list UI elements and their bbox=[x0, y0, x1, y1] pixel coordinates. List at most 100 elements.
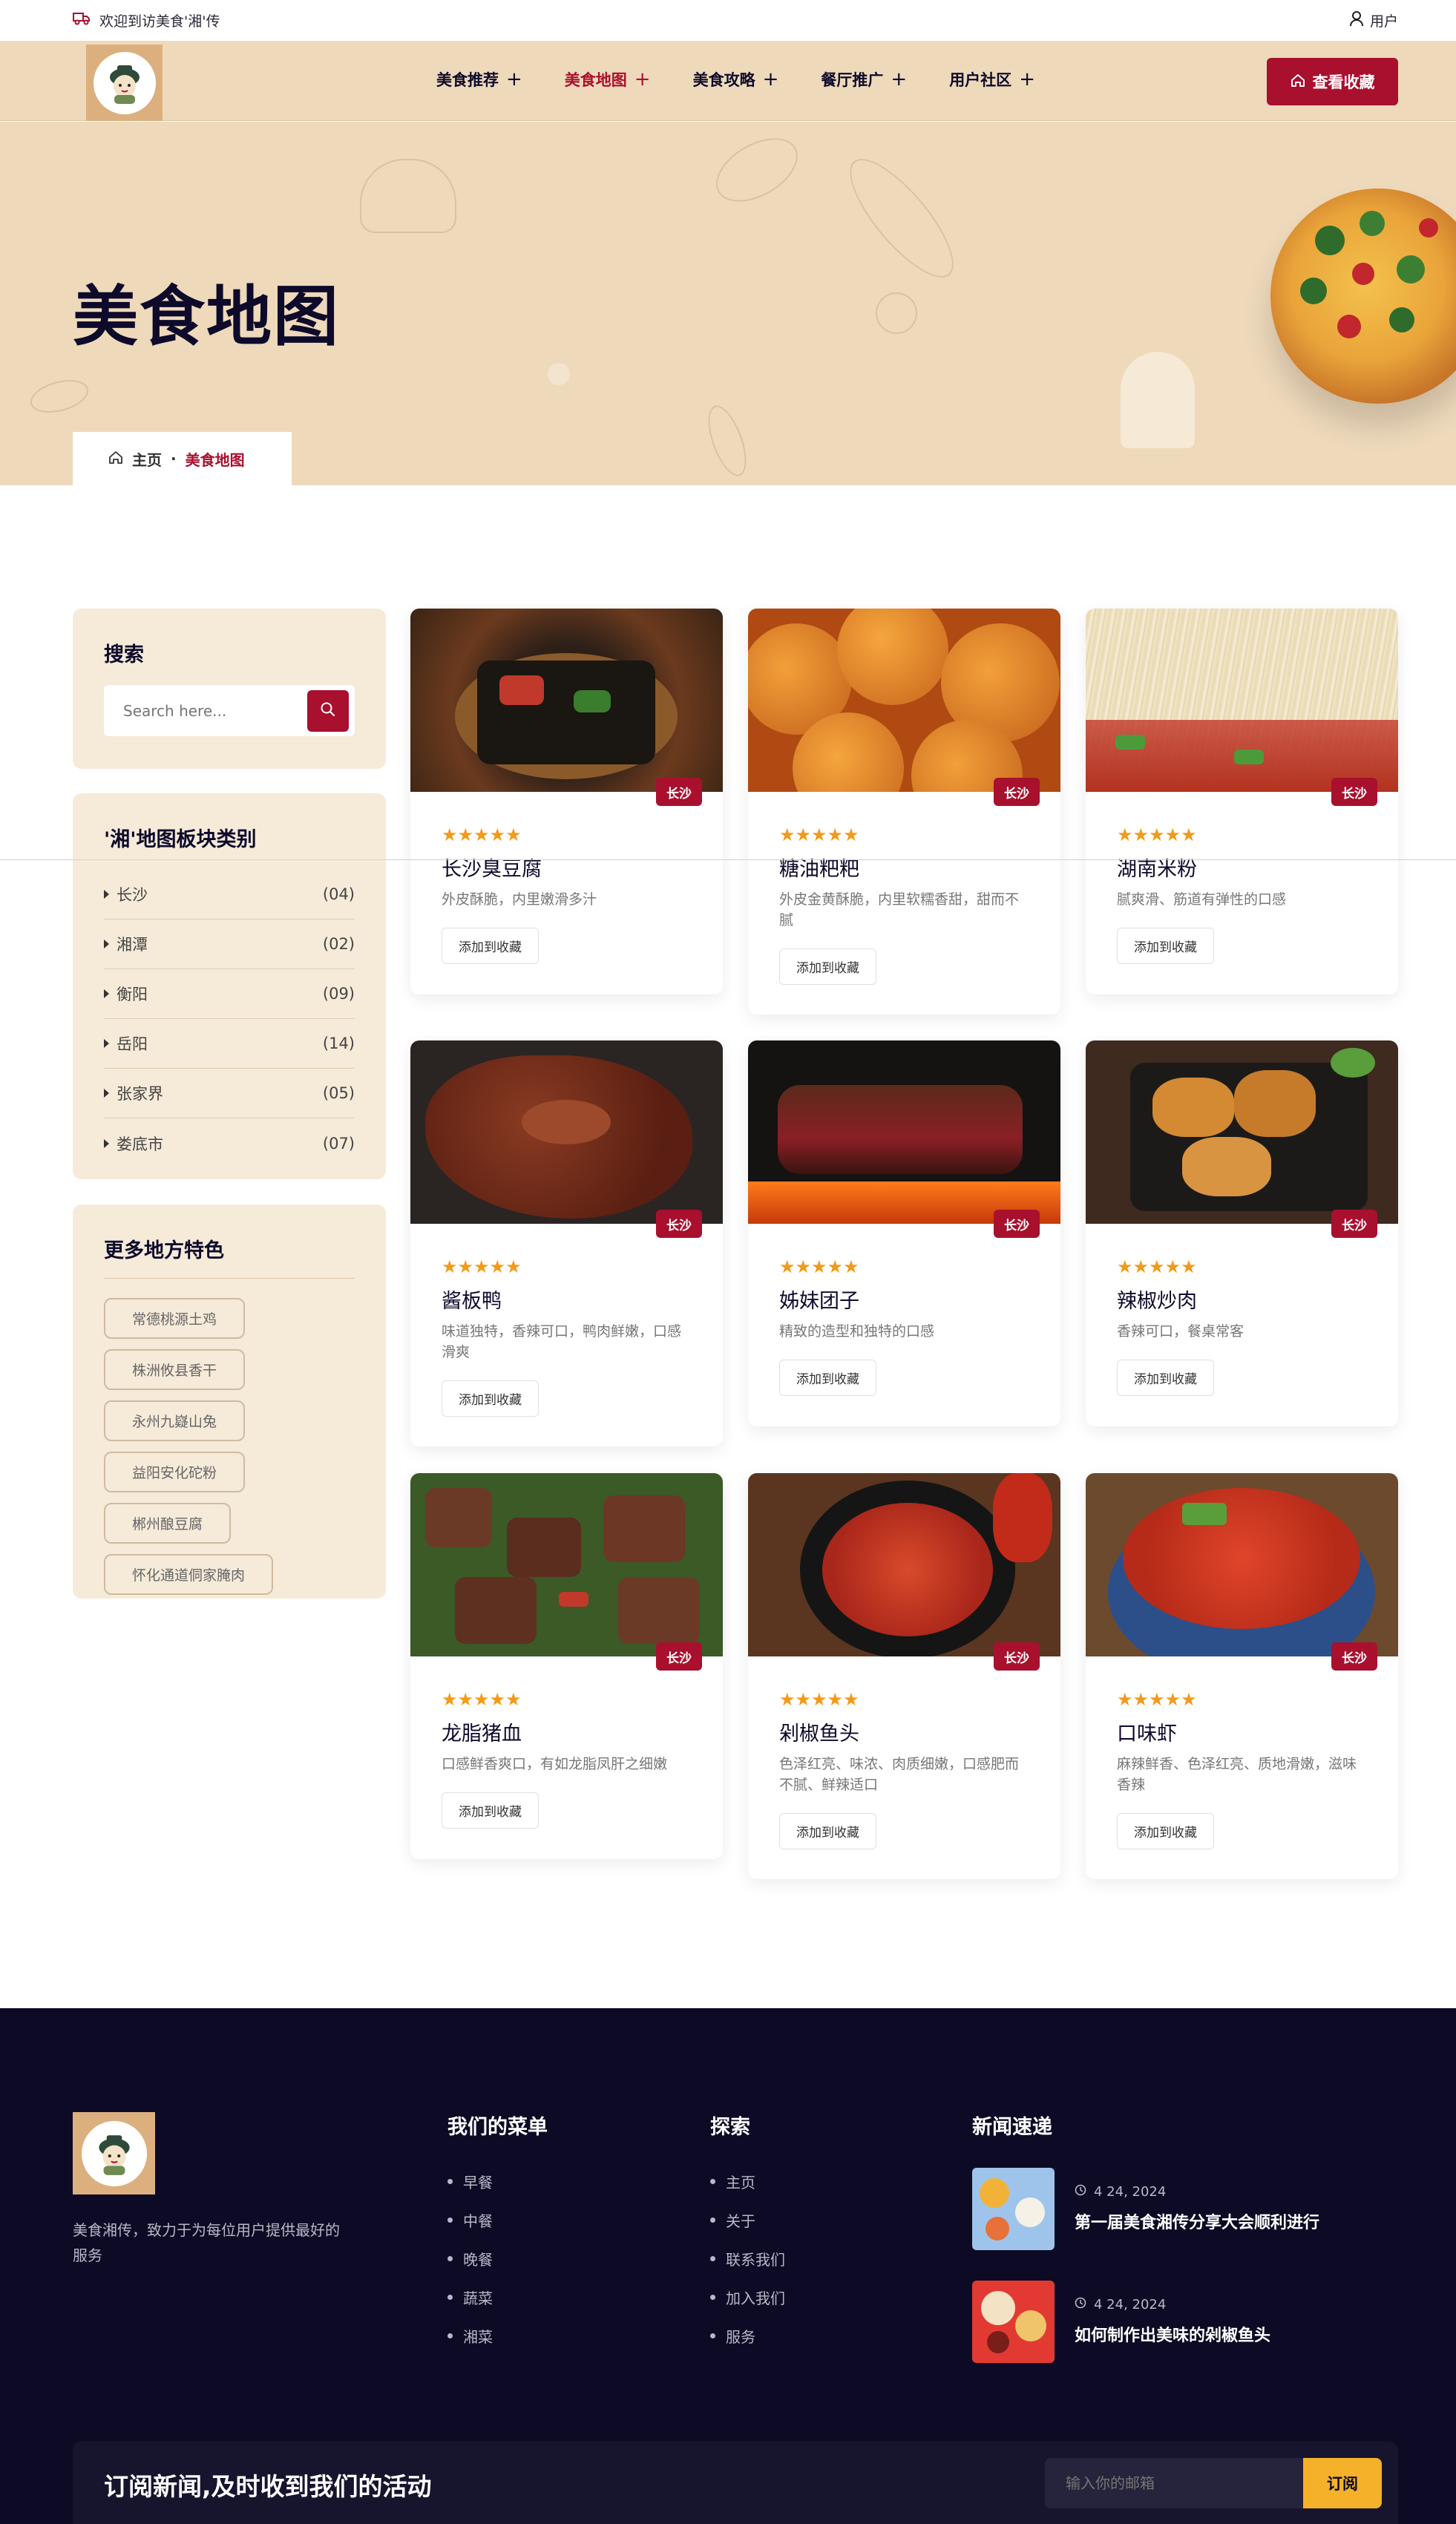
food-image[interactable] bbox=[410, 1040, 723, 1224]
footer-logo[interactable] bbox=[73, 2112, 155, 2194]
food-image[interactable] bbox=[1086, 1473, 1398, 1656]
rating-stars: ★★★★★ bbox=[1117, 1689, 1197, 1710]
category-item[interactable]: 娄底市 (07) bbox=[104, 1118, 355, 1168]
news-date-text: 4 24, 2024 bbox=[1094, 2297, 1167, 2312]
tag[interactable]: 株洲攸县香干 bbox=[104, 1349, 246, 1390]
footer-link[interactable]: 主页 bbox=[710, 2162, 785, 2200]
food-card: 长沙 ★★★★★ 龙脂猪血 口感鲜香爽口，有如龙脂凤肝之细嫩 添加到收藏 bbox=[410, 1473, 723, 1859]
caret-right-icon bbox=[104, 989, 109, 998]
food-image[interactable] bbox=[748, 609, 1060, 792]
category-item[interactable]: 长沙 (04) bbox=[104, 870, 355, 920]
rating-stars: ★★★★★ bbox=[779, 825, 859, 845]
category-name: 岳阳 bbox=[117, 1035, 148, 1053]
food-image[interactable] bbox=[1086, 1040, 1398, 1224]
email-field[interactable] bbox=[1045, 2458, 1303, 2508]
tag[interactable]: 郴州酿豆腐 bbox=[104, 1503, 232, 1544]
tag[interactable]: 怀化通道侗家腌肉 bbox=[104, 1554, 274, 1595]
category-count: (07) bbox=[322, 1134, 355, 1153]
footer-news-title: 新闻速递 bbox=[972, 2116, 1052, 2139]
category-name: 娄底市 bbox=[117, 1135, 163, 1153]
city-badge: 长沙 bbox=[1331, 778, 1377, 806]
food-name[interactable]: 口味虾 bbox=[1117, 1717, 1367, 1746]
food-description: 麻辣鲜香、色泽红亮、质地滑嫩，滋味香辣 bbox=[1117, 1756, 1357, 1793]
footer-link[interactable]: 湘菜 bbox=[447, 2316, 548, 2355]
tag[interactable]: 益阳安化砣粉 bbox=[104, 1452, 246, 1492]
footer-link[interactable]: 中餐 bbox=[447, 2200, 548, 2239]
food-image[interactable] bbox=[748, 1040, 1060, 1224]
city-badge: 长沙 bbox=[1331, 1642, 1377, 1671]
food-name[interactable]: 酱板鸭 bbox=[442, 1285, 692, 1314]
nav-item-food-recommend[interactable]: 美食推荐 + bbox=[436, 68, 522, 91]
city-badge: 长沙 bbox=[656, 1642, 702, 1671]
footer-link[interactable]: 关于 bbox=[710, 2200, 785, 2239]
nav-item-food-guide[interactable]: 美食攻略 + bbox=[693, 68, 779, 91]
nav-item-restaurant-promo[interactable]: 餐厅推广 + bbox=[821, 68, 907, 91]
news-title[interactable]: 第一届美食湘传分享大会顺利进行 bbox=[1075, 2209, 1319, 2233]
footer-link[interactable]: 加入我们 bbox=[710, 2278, 785, 2316]
food-image[interactable] bbox=[410, 609, 723, 792]
footer-link[interactable]: 早餐 bbox=[447, 2162, 548, 2200]
food-image[interactable] bbox=[748, 1473, 1060, 1656]
logo-mascot bbox=[93, 51, 156, 114]
search-input[interactable] bbox=[123, 701, 301, 720]
city-badge: 长沙 bbox=[656, 1210, 702, 1238]
food-name[interactable]: 糖油粑粑 bbox=[779, 853, 1029, 882]
food-image[interactable] bbox=[410, 1473, 723, 1656]
drumstick-doodle bbox=[705, 125, 809, 215]
category-widget: '湘'地图板块类别 长沙 (04) 湘潭 (02) 衡阳 (09) 岳阳 (14) 张家… bbox=[73, 793, 386, 1179]
category-item[interactable]: 岳阳 (14) bbox=[104, 1019, 355, 1069]
food-description: 外皮酥脆，内里嫩滑多汁 bbox=[442, 891, 597, 908]
food-card: 长沙 ★★★★★ 酱板鸭 味道独特，香辣可口，鸭肉鲜嫩，口感滑爽 添加到收藏 bbox=[410, 1040, 723, 1446]
add-to-favorites-button[interactable]: 添加到收藏 bbox=[779, 1360, 876, 1396]
site-logo[interactable] bbox=[86, 45, 163, 121]
footer-link[interactable]: 联系我们 bbox=[710, 2239, 785, 2278]
home-icon[interactable] bbox=[108, 450, 123, 468]
breadcrumb-home[interactable]: 主页 bbox=[132, 448, 162, 470]
add-to-favorites-button[interactable]: 添加到收藏 bbox=[1117, 1360, 1214, 1396]
subscribe-button[interactable]: 订阅 bbox=[1303, 2458, 1382, 2508]
news-thumbnail bbox=[972, 2168, 1055, 2250]
divider bbox=[104, 1278, 355, 1279]
nav-label: 用户社区 bbox=[949, 71, 1012, 89]
food-description: 腻爽滑、筋道有弹性的口感 bbox=[1117, 891, 1287, 908]
divider bbox=[0, 859, 1456, 860]
leaf-doodle bbox=[701, 401, 754, 481]
add-to-favorites-button[interactable]: 添加到收藏 bbox=[1117, 1813, 1214, 1849]
circle-doodle bbox=[876, 292, 917, 334]
footer-link[interactable]: 晚餐 bbox=[447, 2239, 548, 2278]
nav-item-user-community[interactable]: 用户社区 + bbox=[949, 68, 1035, 91]
food-name[interactable]: 湖南米粉 bbox=[1117, 853, 1367, 882]
plus-icon: + bbox=[634, 68, 651, 91]
add-to-favorites-button[interactable]: 添加到收藏 bbox=[442, 1380, 539, 1417]
add-to-favorites-button[interactable]: 添加到收藏 bbox=[442, 1792, 539, 1829]
food-name[interactable]: 长沙臭豆腐 bbox=[442, 853, 692, 882]
news-title[interactable]: 如何制作出美味的剁椒鱼头 bbox=[1075, 2322, 1270, 2346]
food-card: 长沙 ★★★★★ 长沙臭豆腐 外皮酥脆，内里嫩滑多汁 添加到收藏 bbox=[410, 609, 723, 994]
add-to-favorites-button[interactable]: 添加到收藏 bbox=[1117, 928, 1214, 964]
view-favorites-button[interactable]: 查看收藏 bbox=[1267, 58, 1398, 105]
category-count: (14) bbox=[322, 1035, 355, 1052]
food-name[interactable]: 剁椒鱼头 bbox=[779, 1717, 1029, 1746]
category-item[interactable]: 衡阳 (09) bbox=[104, 969, 355, 1019]
user-link[interactable]: 用户 bbox=[1349, 10, 1398, 30]
add-to-favorites-button[interactable]: 添加到收藏 bbox=[779, 948, 876, 985]
food-name[interactable]: 龙脂猪血 bbox=[442, 1717, 692, 1746]
category-item[interactable]: 湘潭 (02) bbox=[104, 920, 355, 969]
category-name: 衡阳 bbox=[117, 986, 148, 1003]
search-button[interactable] bbox=[307, 689, 349, 732]
category-item[interactable]: 张家界 (05) bbox=[104, 1069, 355, 1118]
footer-link[interactable]: 蔬菜 bbox=[447, 2278, 548, 2316]
tag[interactable]: 永州九嶷山兔 bbox=[104, 1400, 246, 1441]
tag[interactable]: 常德桃源土鸡 bbox=[104, 1298, 246, 1339]
food-card: 长沙 ★★★★★ 姊妹团子 精致的造型和独特的口感 添加到收藏 bbox=[748, 1040, 1060, 1426]
nav-item-food-map[interactable]: 美食地图 + bbox=[565, 68, 651, 91]
footer-link[interactable]: 服务 bbox=[710, 2316, 785, 2355]
pizza-image bbox=[1270, 189, 1456, 404]
food-name[interactable]: 辣椒炒肉 bbox=[1117, 1285, 1367, 1314]
food-image[interactable] bbox=[1086, 609, 1398, 792]
add-to-favorites-button[interactable]: 添加到收藏 bbox=[779, 1813, 876, 1849]
plus-icon: + bbox=[891, 68, 908, 91]
plus-icon: + bbox=[1019, 68, 1035, 91]
food-name[interactable]: 姊妹团子 bbox=[779, 1285, 1029, 1314]
add-to-favorites-button[interactable]: 添加到收藏 bbox=[442, 928, 539, 964]
